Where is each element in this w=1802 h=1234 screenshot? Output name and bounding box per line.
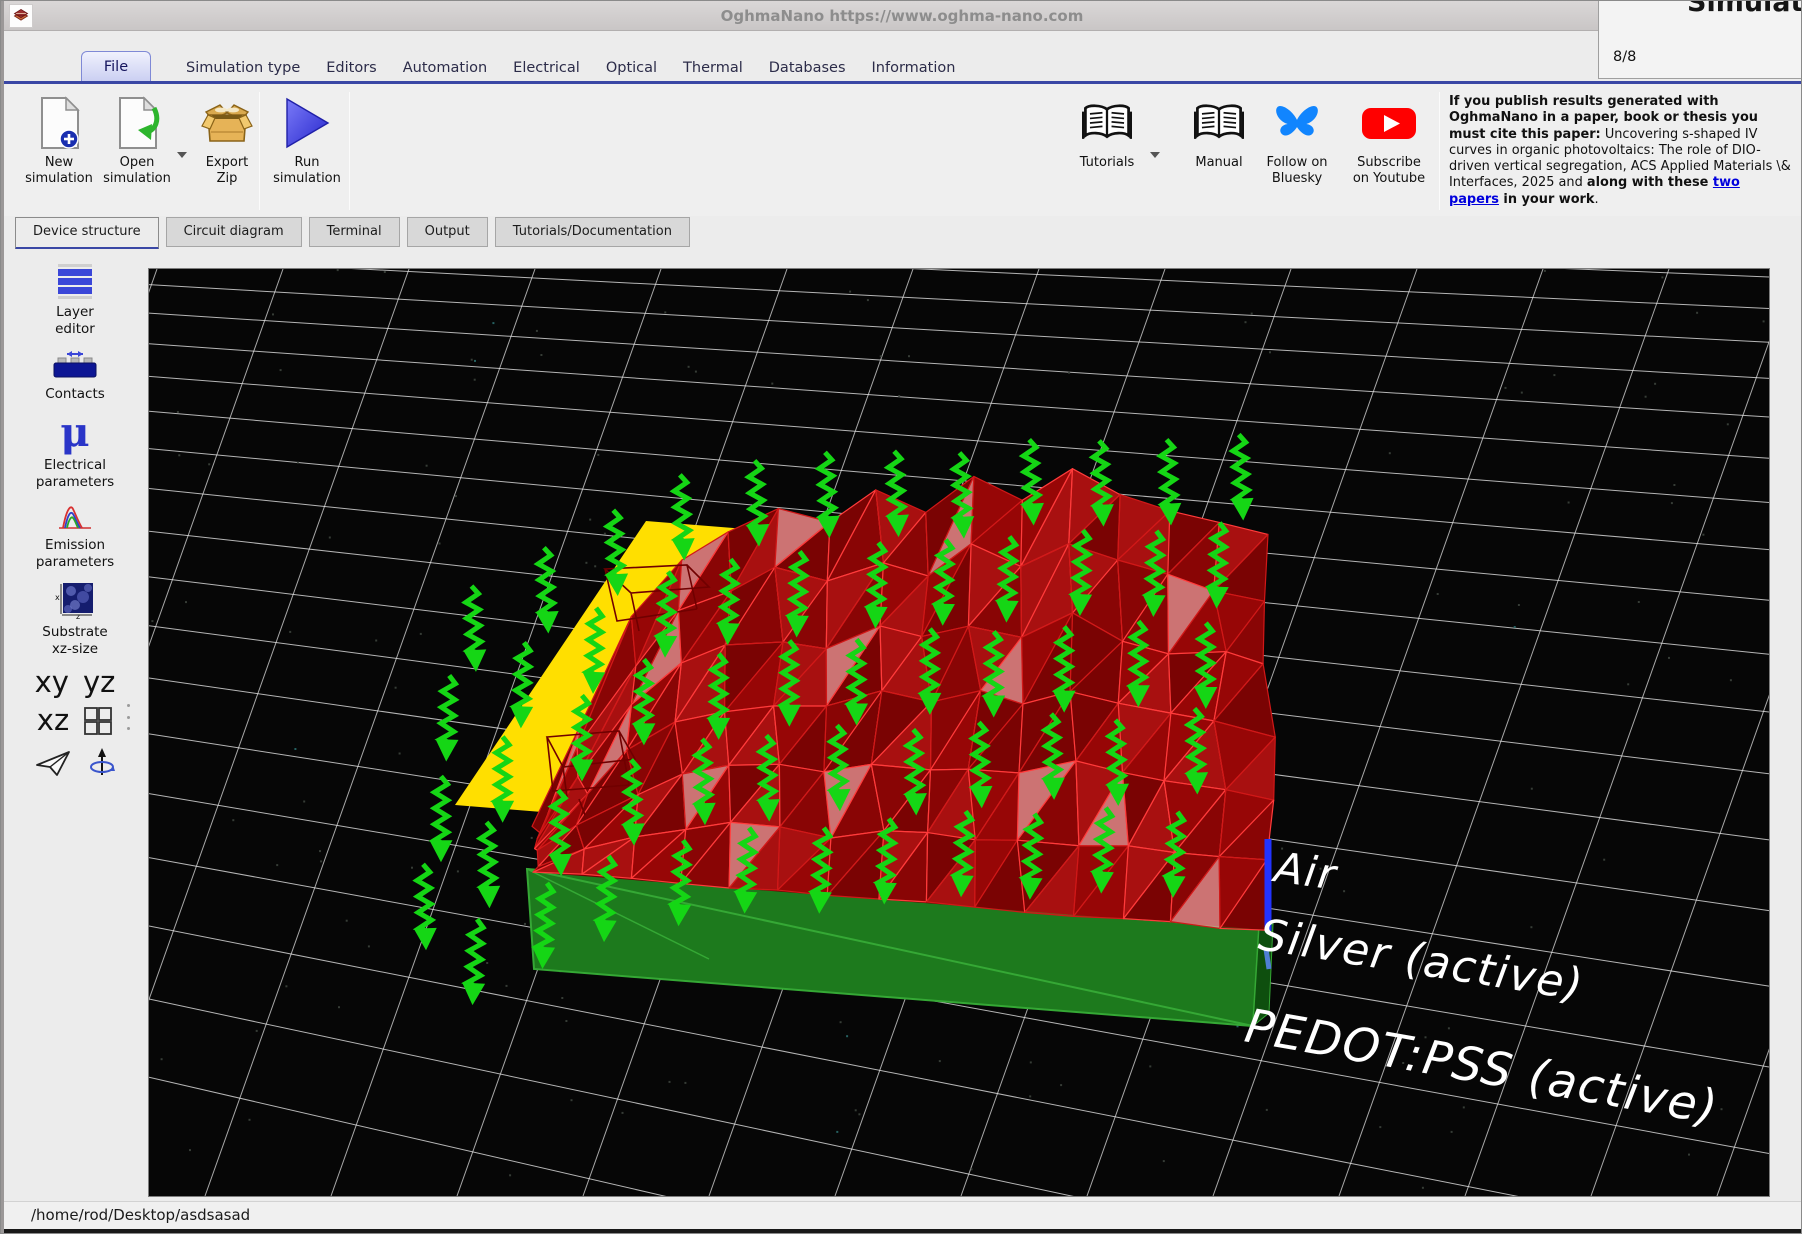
menu-item-optical[interactable]: Optical [593,60,670,76]
menu-bar: File Simulation type Editors Automation … [1,31,1801,84]
simulation-window-title: Simulation [1687,1,1802,18]
view-xz-button[interactable]: xz [37,704,69,737]
menu-item-information[interactable]: Information [859,60,969,76]
view-tab-bar: Device structure Circuit diagram Termina… [1,216,1801,250]
bluesky-label: Follow on Bluesky [1266,155,1328,186]
menu-item-editors[interactable]: Editors [313,60,389,76]
bluesky-butterfly-icon [1259,94,1335,152]
workspace: Layer editor Contacts μ Electrical param… [1,209,1801,1233]
contacts-label: Contacts [45,386,105,402]
emission-spectrum-icon [59,506,91,529]
electrical-parameters-button[interactable]: μ Electrical parameters [36,413,114,491]
app-window: OghmaNano https://www.oghma-nano.com Fil… [0,0,1802,1234]
status-path: /home/rod/Desktop/asdsasad [31,1206,251,1224]
simulation-progress-count: 8/8 [1613,49,1637,65]
rotate-axis-icon[interactable] [89,747,115,779]
bluesky-button[interactable]: Follow on Bluesky [1259,94,1335,186]
tab-device-structure[interactable]: Device structure [15,217,159,250]
tutorials-dropdown-icon[interactable] [1150,152,1160,158]
citation-notice: If you publish results generated with Og… [1449,94,1791,208]
tab-tutorials-documentation[interactable]: Tutorials/Documentation [494,217,690,247]
manual-icon [1181,94,1257,152]
toolbar-separator [349,92,350,210]
menu-item-electrical[interactable]: Electrical [500,60,593,76]
toolbar-separator [259,92,260,210]
youtube-button[interactable]: Subscribe on Youtube [1351,94,1427,186]
electrical-parameters-label: Electrical parameters [35,457,115,490]
layer-editor-label: Layer editor [55,304,95,337]
citation-bold-mid: along with these [1586,175,1713,191]
scene-label-pedot: PEDOT:PSS (active) [1241,999,1723,1136]
new-simulation-label: New simulation [25,155,93,186]
run-simulation-icon [269,94,345,152]
tutorials-button[interactable]: Tutorials [1069,94,1145,171]
export-zip-label: Export Zip [205,155,249,186]
tab-output[interactable]: Output [406,217,488,247]
menu-accent-underline [1,81,1801,84]
toolbar: New simulation Open simulation Export Zi… [1,84,1801,216]
substrate-xz-size-button[interactable]: x z Substrate xz-size [42,581,108,658]
menu-item-file[interactable]: File [81,51,151,84]
window-bottom-edge [1,1229,1801,1233]
window-title: OghmaNano https://www.oghma-nano.com [720,7,1084,25]
youtube-label: Subscribe on Youtube [1352,155,1426,186]
panel-splitter-handle[interactable] [125,704,131,730]
emission-parameters-button[interactable]: Emission parameters [36,501,114,571]
svg-text:z: z [76,612,80,619]
new-simulation-icon [21,94,97,152]
title-bar[interactable]: OghmaNano https://www.oghma-nano.com [1,1,1801,31]
view-xy-button[interactable]: xy [35,666,69,699]
simulation-progress-window: Simulation 8/8 [1598,1,1802,79]
ray-trace-plane-icon[interactable] [35,749,71,777]
run-simulation-button[interactable]: Run simulation [269,94,345,186]
substrate-texture-icon: x z [55,583,93,619]
menu-item-simulation-type[interactable]: Simulation type [173,60,313,76]
menu-item-automation[interactable]: Automation [390,60,500,76]
new-simulation-button[interactable]: New simulation [21,94,97,186]
mu-icon: μ [60,409,90,456]
four-pane-view-icon[interactable] [83,706,113,736]
contacts-icon [53,351,97,378]
open-simulation-icon [99,94,175,152]
run-simulation-label: Run simulation [273,155,341,186]
scene-label-air: Air [1269,842,1342,900]
open-simulation-button[interactable]: Open simulation [99,94,175,186]
status-bar: /home/rod/Desktop/asdsasad [1,1201,1801,1229]
layer-editor-button[interactable]: Layer editor [55,262,95,338]
tab-circuit-diagram[interactable]: Circuit diagram [165,217,302,247]
citation-bold-end: in your work [1498,191,1595,207]
menu-item-thermal[interactable]: Thermal [670,60,756,76]
3d-viewport[interactable]: Air Silver (active) PEDOT:PSS (active) [1,209,1801,1233]
manual-label: Manual [1195,155,1243,170]
emission-parameters-label: Emission parameters [35,537,115,570]
tutorials-icon [1069,94,1145,152]
citation-period: . [1594,191,1599,207]
layer-editor-icon [58,264,92,299]
manual-button[interactable]: Manual [1181,94,1257,171]
open-simulation-label: Open simulation [103,155,171,186]
view-yz-button[interactable]: yz [83,666,115,699]
device-3d-scene: Air Silver (active) PEDOT:PSS (active) [1,209,1801,1233]
youtube-icon [1351,94,1427,152]
svg-text:x: x [55,593,60,602]
export-zip-icon [189,94,265,152]
scene-label-silver: Silver (active) [1255,909,1587,1011]
tab-terminal[interactable]: Terminal [308,217,400,247]
contacts-button[interactable]: Contacts [45,350,105,403]
open-simulation-dropdown-icon[interactable] [177,152,187,158]
menu-item-databases[interactable]: Databases [756,60,859,76]
substrate-xz-size-label: Substrate xz-size [42,624,108,657]
tutorials-label: Tutorials [1079,155,1135,170]
export-zip-button[interactable]: Export Zip [189,94,265,186]
toolbar-separator [1439,92,1440,210]
